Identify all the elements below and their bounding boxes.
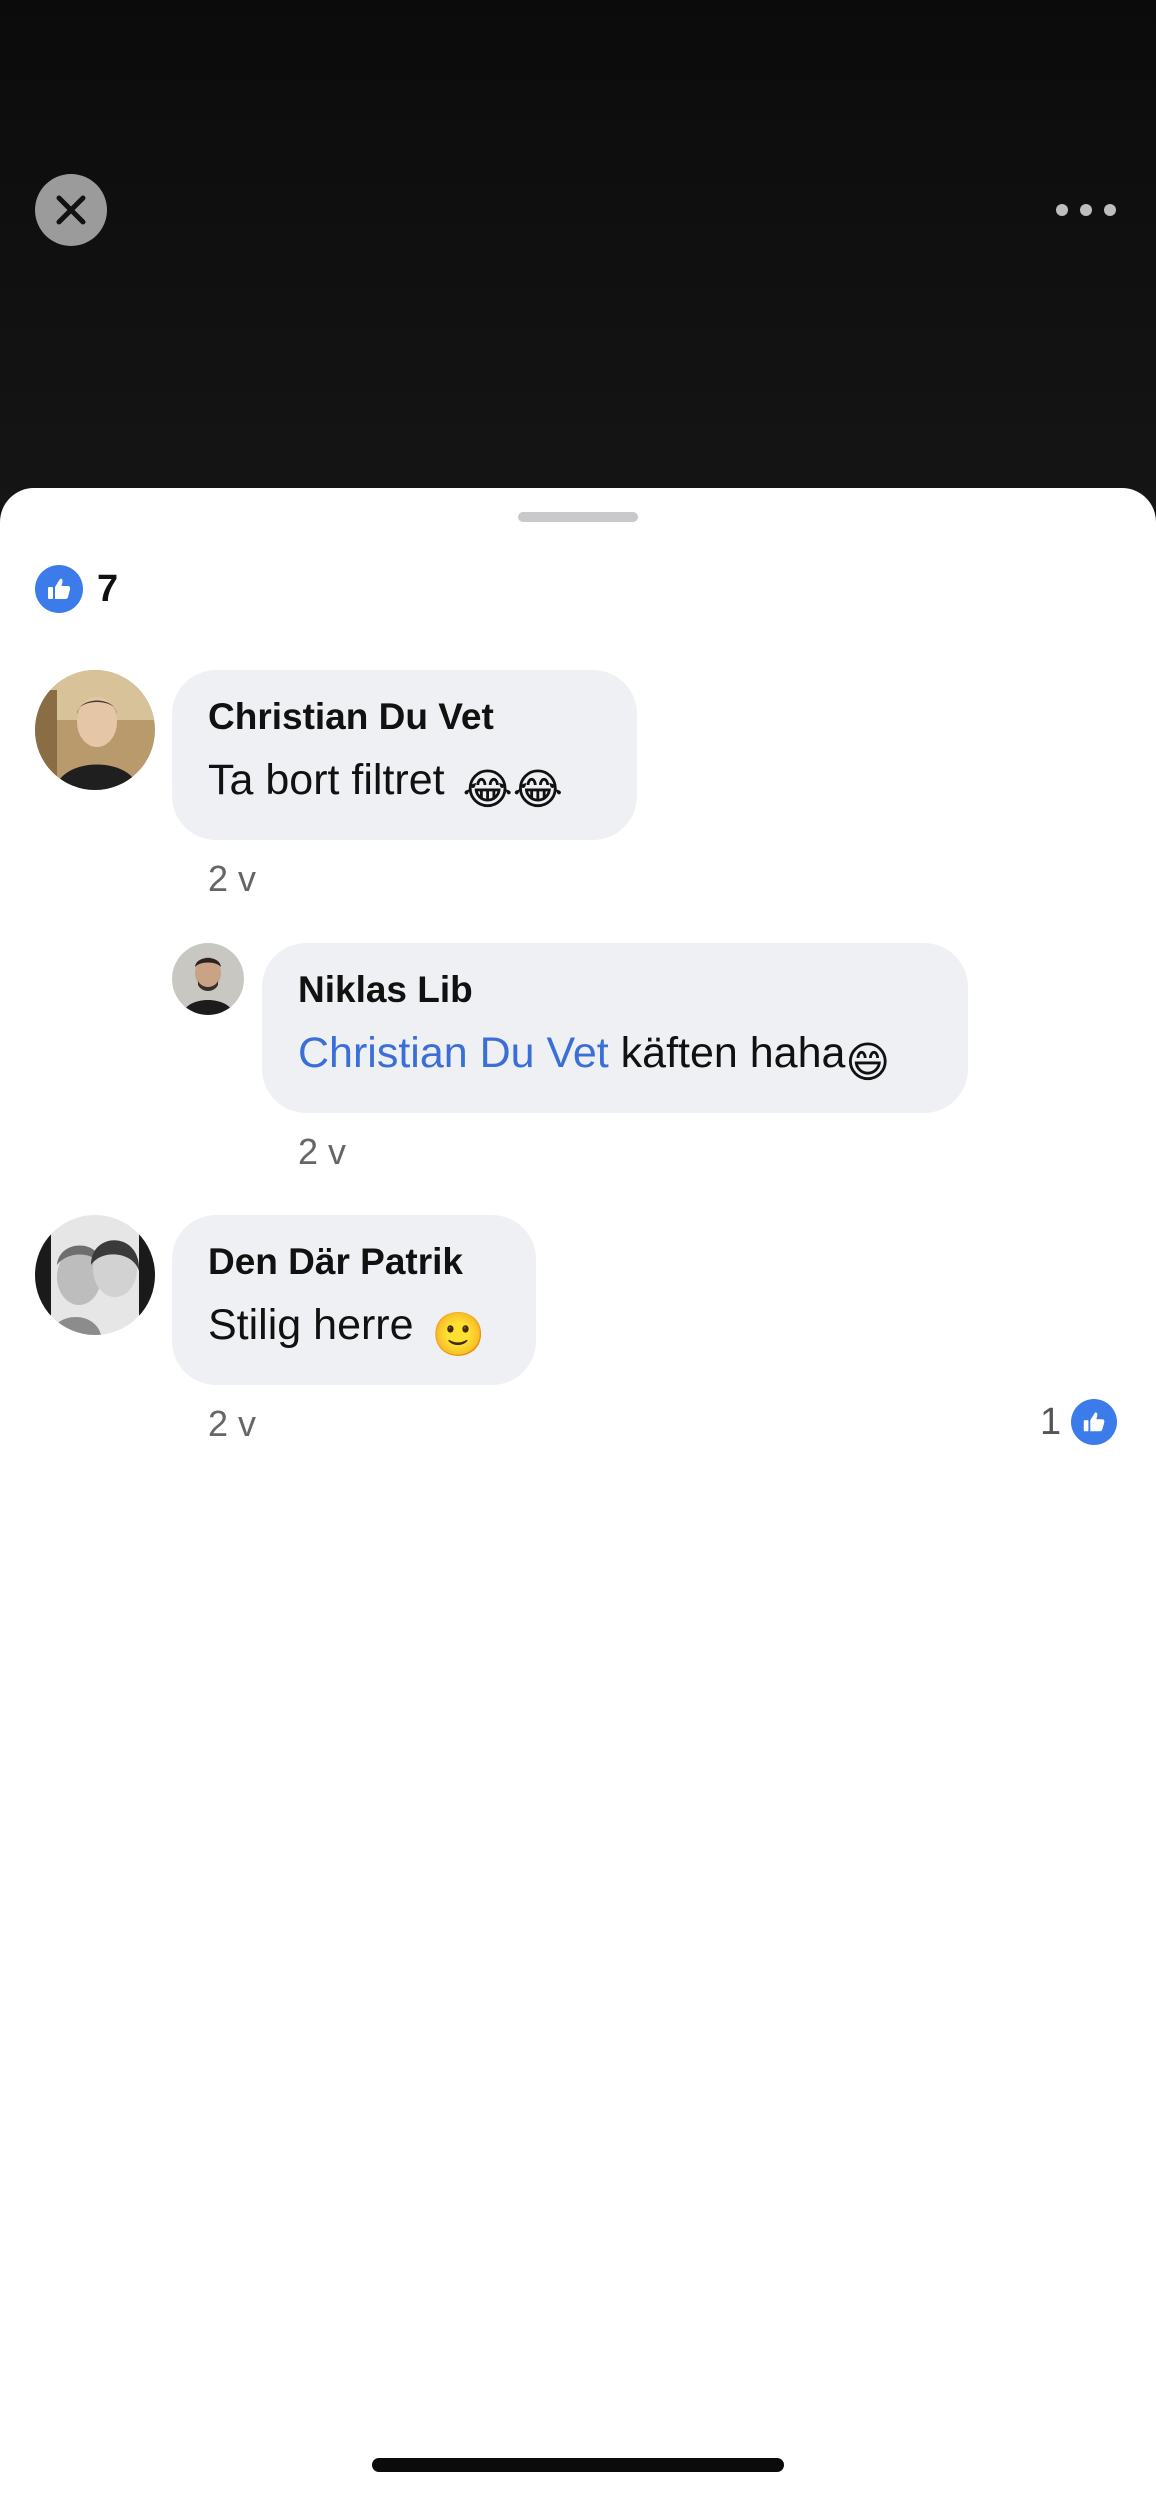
smiling-emoji: 🙂 <box>431 1311 486 1359</box>
home-indicator <box>372 2458 784 2472</box>
comment-text: Christian Du Vet käften haha😄 <box>298 1019 932 1097</box>
mention-link[interactable]: Christian Du Vet <box>298 1029 609 1077</box>
avatar[interactable] <box>35 1215 155 1335</box>
close-button[interactable] <box>35 174 107 246</box>
laughing-emoji: 😂😂 <box>462 766 564 814</box>
avatar[interactable] <box>35 670 155 790</box>
more-options-button[interactable] <box>1056 190 1116 230</box>
comment-bubble[interactable]: Christian Du Vet Ta bort filtret 😂😂 <box>172 670 637 840</box>
like-count: 7 <box>97 567 119 610</box>
comment-bubble[interactable]: Den Där Patrik Stilig herre 🙂 <box>172 1215 536 1385</box>
avatar[interactable] <box>172 943 244 1015</box>
comment-like-count: 1 <box>1040 1400 1062 1443</box>
comment-timestamp: 2 v <box>208 858 257 899</box>
comment-text: Stilig herre 🙂 <box>208 1291 500 1369</box>
reaction-summary[interactable]: 7 <box>35 564 118 614</box>
comment-timestamp: 2 v <box>208 1403 257 1444</box>
close-icon <box>56 195 86 225</box>
comment-bubble[interactable]: Niklas Lib Christian Du Vet käften haha😄 <box>262 943 968 1113</box>
grinning-emoji: 😄 <box>845 1039 891 1087</box>
media-backdrop <box>0 0 1156 510</box>
comment-text: Ta bort filtret 😂😂 <box>208 746 601 824</box>
comment-timestamp: 2 v <box>298 1131 347 1172</box>
comment-author[interactable]: Christian Du Vet <box>208 692 601 742</box>
like-icon <box>35 565 83 613</box>
comment-author[interactable]: Niklas Lib <box>298 965 932 1015</box>
comment-author[interactable]: Den Där Patrik <box>208 1237 500 1287</box>
comments-sheet: 7 Christian Du Vet Ta bort filtret 😂😂 2 … <box>0 488 1156 2500</box>
like-icon <box>1071 1399 1118 1445</box>
sheet-grabber[interactable] <box>518 512 638 522</box>
more-icon <box>1056 204 1068 216</box>
comment-reactions[interactable]: 1 <box>1040 1399 1118 1445</box>
